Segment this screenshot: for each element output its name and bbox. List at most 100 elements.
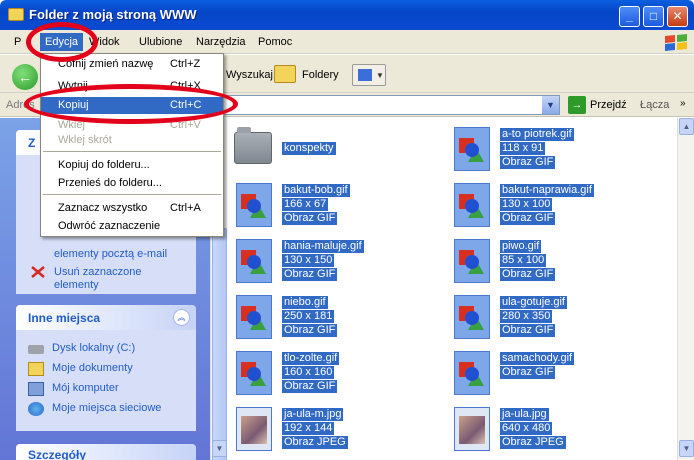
edit-menu-item[interactable]: Zaznacz wszystko Ctrl+A — [41, 200, 223, 217]
menu-pomoc[interactable]: Pomoc — [258, 36, 292, 48]
gif-image-icon — [454, 127, 490, 171]
highlight-oval-kopiuj — [24, 84, 238, 124]
drive-icon — [28, 345, 44, 354]
file-dimensions: 85 x 100 — [500, 254, 547, 267]
file-list-view[interactable]: konspekty a-to piotrek.gif 118 x 91 Obraz G… — [228, 118, 676, 460]
edit-menu-item-label: Kopiuj do folderu... — [58, 159, 150, 171]
file-dimensions: 160 x 160 — [282, 366, 335, 379]
file-dimensions: 250 x 181 — [282, 310, 335, 323]
details-header[interactable]: Szczegóły — [16, 444, 196, 460]
email-items-link[interactable]: elementy pocztą e-mail — [54, 248, 167, 260]
my-documents-icon — [28, 362, 44, 376]
file-item[interactable]: ula-gotuje.gif 280 x 350 Obraz GIF — [446, 290, 656, 340]
gif-image-icon — [236, 239, 272, 283]
menu-narzedzia[interactable]: Narzędzia — [196, 36, 246, 48]
delete-selected-link[interactable]: Usuń zaznaczone — [54, 266, 141, 278]
edit-menu-item-label: Wklej skrót — [58, 134, 112, 146]
file-item[interactable]: bakut-naprawia.gif 130 x 100 Obraz GIF — [446, 178, 656, 228]
maximize-button[interactable]: □ — [643, 6, 664, 27]
file-dimensions: 640 x 480 — [500, 422, 553, 435]
file-type: Obraz GIF — [500, 268, 556, 281]
edit-menu-item[interactable]: Odwróć zaznaczenie — [41, 218, 223, 235]
file-item[interactable]: bakut-bob.gif 166 x 67 Obraz GIF — [228, 178, 438, 228]
file-item[interactable]: tlo-zolte.gif 160 x 160 Obraz GIF — [228, 346, 438, 396]
other-places-panel: Inne miejsca ︽ Dysk lokalny (C:) Moje do… — [16, 305, 196, 431]
edit-menu-item-label: Zaznacz wszystko — [58, 202, 148, 214]
file-type: Obraz JPEG — [500, 436, 566, 449]
network-places-icon — [28, 402, 44, 416]
details-panel: Szczegóły — [16, 444, 196, 460]
file-item[interactable]: konspekty — [228, 122, 438, 172]
menu-plik[interactable]: P — [14, 36, 21, 48]
edit-menu-item[interactable]: Kopiuj do folderu... — [41, 157, 223, 174]
details-title: Szczegóły — [28, 448, 87, 460]
file-name: ula-gotuje.gif — [500, 296, 567, 309]
my-computer-link[interactable]: Mój komputer — [52, 382, 119, 394]
file-name: samachody.gif — [500, 352, 575, 365]
links-button[interactable]: Łącza — [640, 99, 669, 111]
network-places-link[interactable]: Moje miejsca sieciowe — [52, 402, 161, 414]
file-item[interactable]: piwo.gif 85 x 100 Obraz GIF — [446, 234, 656, 284]
folders-button[interactable]: Foldery — [302, 69, 339, 81]
file-name: bakut-bob.gif — [282, 184, 350, 197]
collapse-chevron-icon[interactable]: ︽ — [173, 309, 190, 326]
file-type: Obraz JPEG — [282, 436, 348, 449]
go-arrow-icon[interactable]: → — [568, 96, 586, 114]
file-item[interactable]: samachody.gif Obraz GIF — [446, 346, 656, 396]
edit-menu-item: Wklej skrót — [41, 132, 223, 149]
other-places-header[interactable]: Inne miejsca ︽ — [16, 305, 196, 330]
edit-menu-item[interactable]: Przenieś do folderu... — [41, 175, 223, 192]
gif-image-icon — [454, 239, 490, 283]
file-type: Obraz GIF — [282, 324, 338, 337]
search-button[interactable]: Wyszukaj — [226, 69, 273, 81]
my-computer-icon — [28, 382, 44, 396]
chevron-right-icon[interactable]: » — [680, 98, 686, 109]
menu-separator — [43, 194, 221, 195]
gif-image-icon — [236, 351, 272, 395]
content-scrollbar[interactable]: ▲ ▼ — [677, 118, 694, 460]
gif-image-icon — [454, 351, 490, 395]
scroll-down-arrow-icon[interactable]: ▼ — [679, 440, 694, 457]
file-type: Obraz GIF — [500, 212, 556, 225]
folder-icon — [8, 8, 24, 21]
file-name: bakut-naprawia.gif — [500, 184, 594, 197]
file-dimensions: 280 x 350 — [500, 310, 553, 323]
file-type: Obraz GIF — [282, 212, 338, 225]
file-item[interactable]: hania-maluje.gif 130 x 150 Obraz GIF — [228, 234, 438, 284]
chevron-down-icon: ▼ — [376, 71, 384, 80]
scroll-down-arrow-icon[interactable]: ▼ — [212, 440, 227, 457]
other-places-title: Inne miejsca — [28, 311, 101, 325]
delete-selected-link-line2[interactable]: elementy — [54, 279, 99, 291]
file-dimensions: 130 x 100 — [500, 198, 553, 211]
edit-menu-item-label: Odwróć zaznaczenie — [58, 220, 161, 232]
edit-menu-dropdown: Cofnij zmień nazwę Ctrl+Z Wytnij Ctrl+X Kopi… — [40, 53, 224, 237]
close-button[interactable]: ✕ — [667, 6, 688, 27]
file-item[interactable]: ja-ula.jpg 640 x 480 Obraz JPEG — [446, 402, 656, 452]
file-item[interactable]: a-to piotrek.gif 118 x 91 Obraz GIF — [446, 122, 656, 172]
views-button[interactable]: ▼ — [352, 64, 386, 86]
file-dimensions: 130 x 150 — [282, 254, 335, 267]
folder-icon — [234, 127, 272, 164]
address-input[interactable]: ▼ — [222, 95, 560, 115]
file-name: piwo.gif — [500, 240, 542, 253]
go-button[interactable]: Przejdź — [590, 99, 627, 111]
minimize-button[interactable]: _ — [619, 6, 640, 27]
scroll-up-arrow-icon[interactable]: ▲ — [679, 118, 694, 135]
menu-ulubione[interactable]: Ulubione — [139, 36, 182, 48]
back-button[interactable]: ← — [12, 64, 38, 90]
file-name: hania-maluje.gif — [282, 240, 364, 253]
file-dimensions: 192 x 144 — [282, 422, 335, 435]
title-bar[interactable]: Folder z moją stroną WWW _ □ ✕ — [0, 0, 694, 30]
file-item[interactable]: ja-ula-m.jpg 192 x 144 Obraz JPEG — [228, 402, 438, 452]
jpeg-image-icon — [236, 407, 272, 451]
folders-icon[interactable] — [274, 65, 296, 83]
edit-menu-item-shortcut: Ctrl+Z — [170, 58, 201, 70]
local-disk-link[interactable]: Dysk lokalny (C:) — [52, 342, 135, 354]
address-dropdown-button[interactable]: ▼ — [542, 96, 559, 114]
jpeg-image-icon — [454, 407, 490, 451]
my-documents-link[interactable]: Moje dokumenty — [52, 362, 133, 374]
file-type: Obraz GIF — [282, 380, 338, 393]
scrollbar-thumb[interactable] — [212, 228, 227, 460]
gif-image-icon — [236, 295, 272, 339]
file-item[interactable]: niebo.gif 250 x 181 Obraz GIF — [228, 290, 438, 340]
